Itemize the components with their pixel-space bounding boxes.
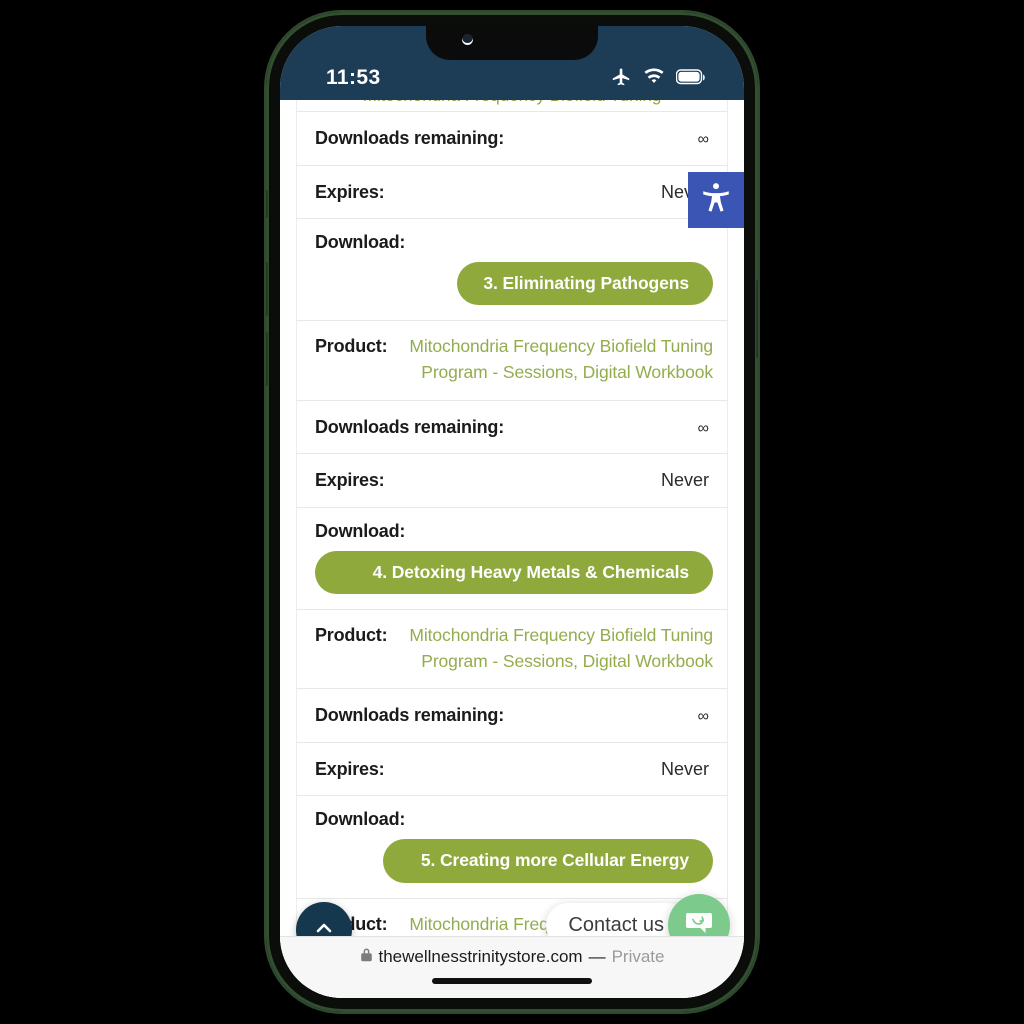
product-cell: Product: Mitochondria Frequency Biofield … — [315, 623, 713, 674]
browser-bottom-bar: thewellnesstrinitystore.com — Private — [280, 936, 744, 998]
wifi-icon — [643, 68, 665, 86]
row-label: Expires: — [315, 470, 385, 491]
row-value: Never — [660, 758, 709, 779]
download-button[interactable]: 4. Detoxing Heavy Metals & Chemicals — [315, 550, 713, 594]
phone-power-button[interactable] — [756, 280, 758, 358]
download-button-wrap: 4. Detoxing Heavy Metals & Chemicals — [315, 550, 713, 594]
phone-mute-switch[interactable] — [266, 190, 268, 218]
row-label: Download: — [315, 809, 406, 830]
lock-icon — [360, 947, 373, 967]
row-label: Downloads remaining: — [315, 416, 505, 437]
airplane-mode-icon — [610, 66, 632, 88]
row-label: Expires: — [315, 758, 385, 779]
url-bar[interactable]: thewellnesstrinitystore.com — Private — [360, 947, 665, 967]
table-row: Downloads remaining: ∞ — [296, 689, 728, 743]
table-row-download: Download: 4. Detoxing Heavy Metals & Chem… — [296, 507, 728, 610]
download-button-wrap: 5. Creating more Cellular Energy — [315, 839, 713, 883]
row-label: Downloads remaining: — [315, 128, 505, 148]
row-label: Download: — [315, 520, 406, 541]
status-bar-time: 11:53 — [326, 66, 381, 89]
front-camera-icon — [462, 34, 473, 45]
row-value: ∞ — [697, 131, 709, 148]
download-button[interactable]: 5. Creating more Cellular Energy — [383, 839, 713, 883]
row-value: ∞ — [697, 708, 709, 726]
table-row-download: Download: 5. Creating more Cellular Energ… — [296, 796, 728, 899]
download-button[interactable]: 3. Eliminating Pathogens — [457, 261, 713, 306]
product-link[interactable]: Mitochondria Frequency Biofield Tuning P… — [409, 336, 713, 382]
web-page-viewport: Mitochondria Frequency Biofield Tuning Do… — [280, 100, 744, 998]
phone-volume-up-button[interactable] — [266, 262, 268, 316]
row-value: Never — [660, 470, 709, 491]
accessibility-widget-button[interactable] — [688, 172, 744, 228]
phone-volume-down-button[interactable] — [266, 332, 268, 386]
table-row-partial: Mitochondria Frequency Biofield Tuning — [296, 100, 728, 112]
private-browsing-label: Private — [611, 947, 665, 966]
row-label: Downloads remaining: — [315, 705, 505, 726]
row-label: Download: — [315, 231, 406, 252]
product-link[interactable]: Mitochondria Frequency Biofield Tuning P… — [409, 625, 713, 671]
table-row: Expires: Never — [296, 454, 728, 508]
url-text: thewellnesstrinitystore.com — [378, 947, 583, 966]
table-row: Downloads remaining: ∞ — [296, 400, 728, 455]
status-bar-icons — [610, 66, 706, 88]
phone-notch — [426, 26, 598, 60]
row-label: Product: — [315, 336, 388, 357]
downloads-table: Mitochondria Frequency Biofield Tuning Do… — [280, 100, 744, 998]
table-row: Expires: Never — [296, 742, 728, 797]
row-label: Expires: — [315, 181, 385, 202]
url-separator: — — [588, 947, 606, 966]
table-row: Expires: Never — [296, 165, 728, 219]
table-row-product: Product: Mitochondria Frequency Biofield … — [296, 321, 728, 401]
download-button-wrap: 3. Eliminating Pathogens — [315, 261, 713, 306]
product-cell: Product: Mitochondria Frequency Biofield … — [315, 334, 713, 385]
row-label: Product: — [315, 624, 388, 645]
battery-icon — [676, 69, 706, 85]
table-row-download: Download: 3. Eliminating Pathogens — [296, 218, 728, 322]
home-indicator[interactable] — [432, 978, 592, 984]
accessibility-icon — [699, 181, 733, 220]
table-row: Downloads remaining: ∞ — [296, 112, 728, 166]
row-value: ∞ — [697, 419, 709, 437]
phone-screen: 11:53 Downloads remaining: ∞ Expires: Ne… — [280, 26, 744, 998]
row-value: Never — [660, 181, 709, 202]
table-row-product: Product: Mitochondria Frequency Biofield … — [296, 609, 728, 690]
screenshot-stage: 11:53 Downloads remaining: ∞ Expires: Ne… — [0, 0, 1024, 1024]
phone-frame: 11:53 Downloads remaining: ∞ Expires: Ne… — [266, 12, 758, 1012]
status-bar: 11:53 — [280, 26, 744, 100]
partial-product-link: Mitochondria Frequency Biofield Tuning — [319, 100, 705, 106]
